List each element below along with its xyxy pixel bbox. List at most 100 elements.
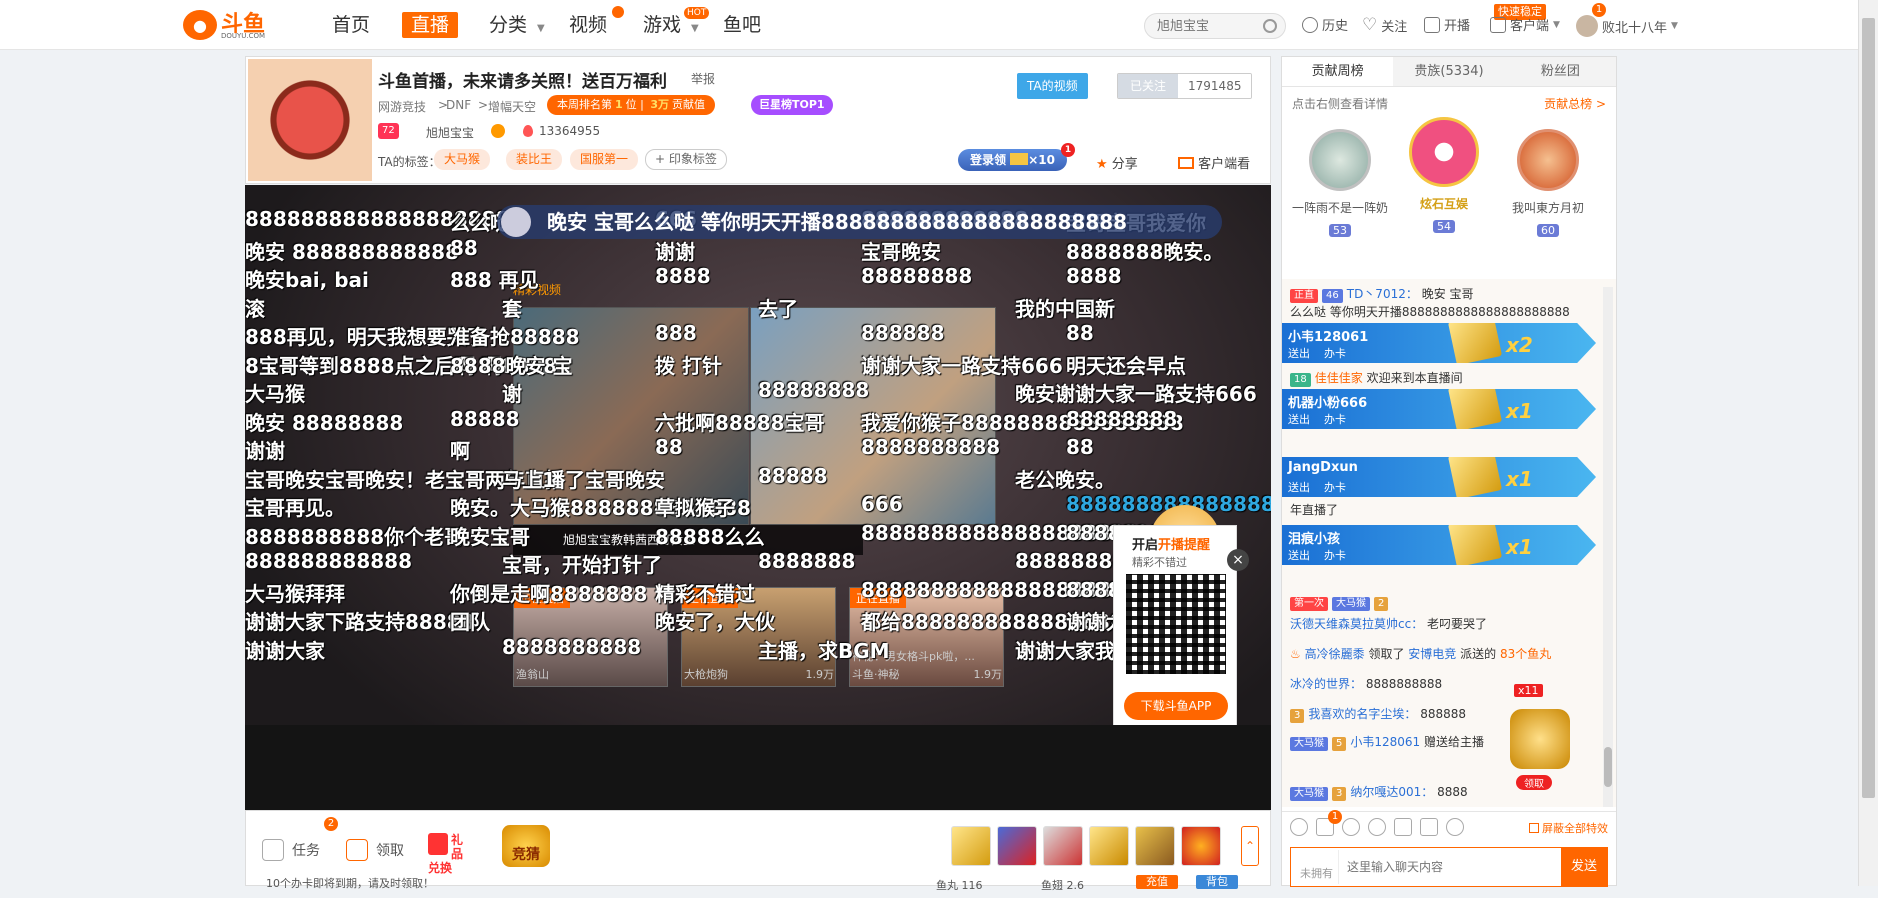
megaphone-icon[interactable] — [1342, 818, 1360, 836]
gift-count: x1 — [1506, 399, 1533, 423]
nav-fishbar[interactable]: 鱼吧 — [723, 12, 761, 38]
link-icon[interactable] — [1446, 818, 1464, 836]
nav-video[interactable]: 视频 — [569, 12, 607, 38]
danmaku-message: 谢谢大家下路支持88888 — [245, 610, 475, 634]
gift-exchange-button[interactable]: 礼品兑换 — [428, 833, 472, 875]
fan-icon[interactable] — [1394, 818, 1412, 836]
tag[interactable]: 装比王 — [506, 149, 563, 170]
total-rank-link[interactable]: 贡献总榜 > — [1544, 95, 1606, 112]
add-tag-button[interactable]: + 印象标签 — [645, 149, 727, 170]
ta-video-button[interactable]: TA的视频 — [1017, 73, 1088, 99]
block-effects-toggle[interactable]: 屏蔽全部特效 — [1529, 820, 1608, 836]
recharge-button[interactable]: 充值 — [1136, 875, 1178, 889]
gift-sender[interactable]: 机器小粉666 — [1288, 392, 1367, 411]
fan-badge-slot[interactable]: 未拥有 — [1295, 850, 1339, 884]
gift-item-badge[interactable] — [1181, 826, 1221, 866]
scrollbar-thumb[interactable] — [1862, 18, 1875, 798]
user-menu[interactable]: 败北十八年 ▼ — [1576, 15, 1678, 37]
top-contributor[interactable]: 炫石互娱 54 — [1394, 117, 1494, 233]
nav-home[interactable]: 首页 — [332, 12, 370, 38]
gift-sender[interactable]: JangDxun — [1288, 460, 1358, 475]
tag[interactable]: 国服第一 — [570, 149, 639, 170]
chat-username[interactable]: 安博电竞 — [1408, 647, 1456, 661]
nav-category[interactable]: 分类 ▼ — [489, 12, 545, 38]
gift-item-rocket[interactable] — [997, 826, 1037, 866]
client-download-button[interactable]: 客户端 ▼ — [1490, 15, 1560, 34]
chat-username[interactable]: TD丶7012： — [1347, 287, 1418, 301]
star-top1-badge[interactable]: 巨星榜TOP1 — [751, 95, 833, 115]
gift-item-card[interactable] — [1089, 826, 1129, 866]
search-icon[interactable] — [1263, 19, 1277, 33]
crown-icon[interactable] — [1368, 818, 1386, 836]
followed-label: 已关注 — [1118, 74, 1179, 98]
share-button[interactable]: ★ 分享 — [1096, 153, 1138, 172]
treasure-chest-icon[interactable] — [1510, 709, 1570, 769]
chat-username[interactable]: 纳尔嘎达001： — [1350, 785, 1433, 799]
chat-scrollbar[interactable] — [1603, 287, 1613, 807]
chat-username[interactable]: 小韦128061 — [1350, 735, 1420, 749]
top-contributor[interactable]: 一阵雨不是一阵奶 53 — [1290, 129, 1390, 237]
gift-item-plane[interactable] — [951, 826, 991, 866]
download-app-button[interactable]: 下载斗鱼APP — [1124, 692, 1228, 720]
claim-badge: 1 — [1060, 143, 1075, 157]
guess-button[interactable]: 竞猜 — [502, 825, 550, 867]
tab-weekly-contribution[interactable]: 贡献周榜 — [1282, 57, 1394, 86]
chat-scrollbar-thumb[interactable] — [1604, 747, 1612, 787]
fish-fin-balance: 鱼翅 2.6 — [1041, 879, 1084, 892]
barrage-icon[interactable] — [1420, 818, 1438, 836]
chat-input[interactable] — [1347, 848, 1547, 886]
search-box[interactable] — [1144, 13, 1286, 39]
gift-item-helmet[interactable] — [1135, 826, 1175, 866]
chat-list[interactable]: 正直 46 TD丶7012： 晚安 宝哥 么么哒 等你明天开播88888888888… — [1282, 279, 1616, 807]
message-icon[interactable] — [491, 124, 505, 138]
danmaku-message: 888 — [655, 321, 697, 345]
chat-username[interactable]: 高冷徐麗黍 — [1305, 647, 1365, 661]
close-icon[interactable]: × — [1227, 549, 1249, 571]
chevron-up-icon[interactable]: ⌃ — [1241, 826, 1259, 866]
broadcast-button[interactable]: 开播 — [1424, 15, 1470, 34]
game-link[interactable]: DNF — [446, 98, 471, 112]
tag[interactable]: 大马猴 — [434, 149, 491, 170]
tab-nobility[interactable]: 贵族(5334) — [1393, 57, 1504, 86]
anchor-avatar[interactable] — [248, 59, 372, 181]
history-button[interactable]: 历史 — [1302, 15, 1348, 34]
gift-sender[interactable]: 泪痕小孩 — [1288, 528, 1340, 547]
report-link[interactable]: 举报 — [691, 70, 715, 87]
anchor-name[interactable]: 旭旭宝宝 — [426, 124, 474, 141]
tab-fan-club[interactable]: 粉丝团 — [1505, 57, 1616, 86]
chat-username[interactable]: 佳佳佳家 — [1315, 371, 1363, 385]
follow-button[interactable]: ♡ 关注 — [1362, 15, 1407, 35]
chat-message: ♨ 高冷徐麗黍 领取了 安博电竞 派送的 83个鱼丸 — [1290, 645, 1551, 662]
category-link[interactable]: 网游竞技 — [378, 98, 426, 115]
gift-sender[interactable]: 小韦128061 — [1288, 326, 1368, 345]
top-contributor[interactable]: 我叫東方月初 60 — [1498, 129, 1598, 237]
gift-item-jet[interactable] — [1043, 826, 1083, 866]
nav-live[interactable]: 直播 — [402, 12, 459, 38]
gift-desc: 送出 办卡 — [1288, 479, 1346, 495]
send-button[interactable]: 发送 — [1561, 848, 1607, 886]
nav-category-label: 分类 — [489, 14, 528, 36]
page-scrollbar[interactable] — [1858, 0, 1878, 886]
chat-username[interactable]: 我喜欢的名字尘埃： — [1308, 707, 1416, 721]
first-badge: 第一次 — [1290, 597, 1328, 611]
search-input[interactable] — [1145, 14, 1253, 38]
login-claim-button[interactable]: 登录领 ×10 1 — [958, 143, 1075, 171]
danmaku-message: 大马猴拜拜 — [245, 581, 345, 606]
douyu-logo[interactable]: ● 斗鱼 DOUYU.COM — [183, 8, 275, 42]
task-button[interactable]: 任务 — [262, 839, 320, 861]
chest-claim-button[interactable]: 领取 — [1516, 775, 1552, 790]
video-player[interactable]: 精彩视频 旭旭宝宝教韩茜西打黄金 正在直播 渔翁山 正在直播 大枪炮狗 1.9万 … — [245, 185, 1271, 810]
gift-name: 办卡 — [1324, 481, 1346, 494]
client-watch-button[interactable]: 客户端看 — [1178, 153, 1250, 172]
claim-button[interactable]: 领取 — [346, 839, 404, 861]
chest-count: x11 — [1514, 684, 1543, 697]
backpack-button[interactable]: 背包 — [1196, 875, 1238, 889]
subcategory-link[interactable]: 增幅天空 — [488, 98, 536, 115]
chat-username[interactable]: 冰冷的世界： — [1290, 677, 1362, 691]
emoji-icon[interactable] — [1290, 818, 1308, 836]
weekly-rank-badge[interactable]: 本周排名第 1 位 | 3万 贡献值 — [547, 95, 716, 115]
rank-text: 本周排名第 — [557, 98, 612, 111]
follow-button[interactable]: 已关注 1791485 — [1117, 73, 1253, 99]
chat-username[interactable]: 沃德天维森莫拉莫帅cc： — [1290, 617, 1423, 631]
share-icon: ★ — [1096, 157, 1108, 172]
